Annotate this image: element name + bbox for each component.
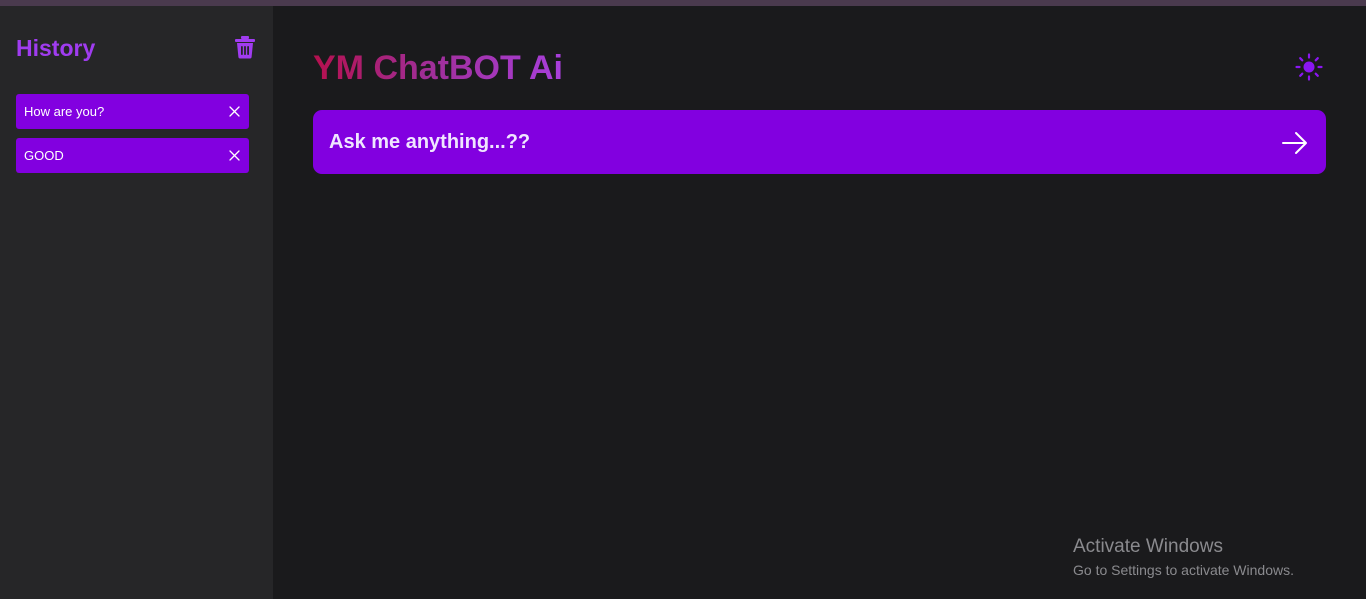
close-icon	[229, 150, 240, 161]
theme-toggle-button[interactable]	[1295, 53, 1323, 81]
history-item-label: GOOD	[24, 148, 64, 163]
chat-main: YM ChatBOT Ai	[273, 6, 1366, 599]
watermark-title: Activate Windows	[1073, 536, 1223, 557]
trash-icon	[235, 36, 255, 59]
watermark-subtitle: Go to Settings to activate Windows.	[1073, 562, 1294, 578]
history-item-label: How are you?	[24, 104, 105, 119]
close-icon	[229, 106, 240, 117]
prompt-bar	[313, 110, 1326, 174]
send-button[interactable]	[1280, 128, 1310, 158]
history-item[interactable]: How are you?	[16, 94, 249, 129]
history-list: How are you? GOOD	[16, 94, 249, 182]
history-sidebar: History How are you? GOOD	[0, 6, 273, 599]
sun-icon	[1295, 53, 1323, 81]
history-item[interactable]: GOOD	[16, 138, 249, 173]
prompt-input[interactable]	[329, 110, 1259, 174]
sidebar-title: History	[16, 35, 96, 61]
windows-activation-watermark: Activate Windows Go to Settings to activ…	[1073, 536, 1294, 580]
clear-history-button[interactable]	[234, 35, 256, 59]
delete-history-item-button[interactable]	[228, 105, 241, 118]
app-title: YM ChatBOT Ai	[313, 49, 563, 87]
delete-history-item-button[interactable]	[228, 149, 241, 162]
arrow-right-icon	[1282, 132, 1307, 154]
